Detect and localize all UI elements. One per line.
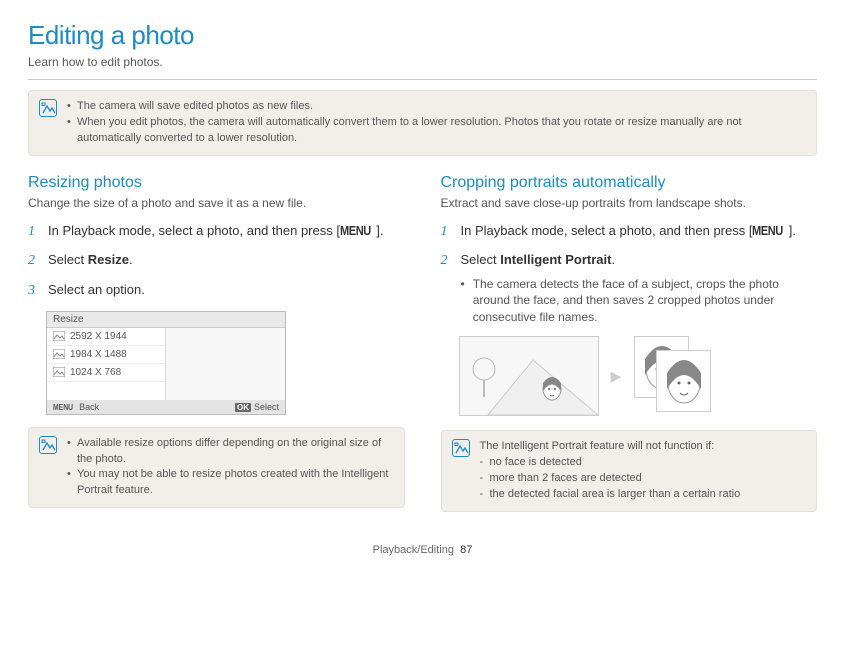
right-note-item: the detected facial area is larger than … bbox=[480, 487, 741, 503]
step-text: ]. bbox=[376, 223, 383, 238]
right-note-item: more than 2 faces are detected bbox=[480, 471, 741, 487]
step: 1 In Playback mode, select a photo, and … bbox=[28, 222, 405, 242]
footer-menu-label: MENU bbox=[53, 403, 73, 412]
right-note-box: The Intelligent Portrait feature will no… bbox=[441, 430, 818, 512]
step-number: 1 bbox=[441, 222, 453, 242]
photo-icon bbox=[53, 331, 65, 341]
section-sub-resizing: Change the size of a photo and save it a… bbox=[28, 196, 405, 210]
note-icon bbox=[39, 99, 57, 117]
step-bold: Intelligent Portrait bbox=[500, 252, 611, 267]
step: 3 Select an option. bbox=[28, 281, 405, 301]
footer-page-number: 87 bbox=[460, 544, 472, 556]
step-number: 2 bbox=[441, 251, 453, 326]
section-title-resizing: Resizing photos bbox=[28, 174, 405, 192]
step-body: Select an option. bbox=[48, 281, 405, 301]
portrait-source bbox=[459, 336, 599, 416]
step-text: . bbox=[611, 252, 615, 267]
step: 2 Select Intelligent Portrait. The camer… bbox=[441, 251, 818, 326]
step-body: In Playback mode, select a photo, and th… bbox=[48, 222, 405, 242]
arrow-icon: ▸ bbox=[611, 363, 622, 389]
resize-option: 2592 X 1944 bbox=[47, 328, 165, 346]
resize-option: 1984 X 1488 bbox=[47, 346, 165, 364]
option-label: 1024 X 768 bbox=[70, 367, 121, 378]
right-note-list: no face is detected more than 2 faces ar… bbox=[480, 455, 741, 503]
step-body: Select Resize. bbox=[48, 251, 405, 271]
option-label: 1984 X 1488 bbox=[70, 349, 127, 360]
footer-back: Back bbox=[79, 402, 99, 412]
step: 2 Select Resize. bbox=[28, 251, 405, 271]
screen-options: 2592 X 1944 1984 X 1488 1024 X 768 bbox=[47, 328, 166, 400]
left-note-list: Available resize options differ dependin… bbox=[67, 436, 394, 500]
left-note-box: Available resize options differ dependin… bbox=[28, 427, 405, 509]
portrait-results bbox=[634, 336, 724, 416]
resize-screen: Resize 2592 X 1944 1984 X 1488 1024 X 76… bbox=[46, 311, 286, 415]
face-icon bbox=[657, 351, 711, 412]
photo-icon bbox=[53, 367, 65, 377]
resize-option: 1024 X 768 bbox=[47, 364, 165, 382]
footer-ok-label: OK bbox=[235, 403, 251, 412]
footer-select: Select bbox=[254, 402, 279, 412]
page-title: Editing a photo bbox=[28, 20, 817, 51]
tree-icon bbox=[472, 357, 496, 397]
top-note-item: When you edit photos, the camera will au… bbox=[67, 115, 806, 147]
top-note-list: The camera will save edited photos as ne… bbox=[67, 99, 806, 147]
screen-footer: MENU Back OKSelect bbox=[47, 400, 285, 414]
portrait-illustration: ▸ bbox=[459, 336, 818, 416]
screen-preview bbox=[166, 328, 285, 400]
left-note-item: You may not be able to resize photos cre… bbox=[67, 467, 394, 499]
step-body: Select Intelligent Portrait. The camera … bbox=[461, 251, 818, 326]
right-note-content: The Intelligent Portrait feature will no… bbox=[480, 439, 741, 503]
step-number: 3 bbox=[28, 281, 40, 301]
step-text: ]. bbox=[789, 223, 796, 238]
step-text: In Playback mode, select a photo, and th… bbox=[461, 223, 753, 238]
step-bold: Resize bbox=[88, 252, 129, 267]
left-column: Resizing photos Change the size of a pho… bbox=[28, 174, 405, 530]
right-column: Cropping portraits automatically Extract… bbox=[441, 174, 818, 530]
right-note-lead: The Intelligent Portrait feature will no… bbox=[480, 439, 741, 455]
top-note-box: The camera will save edited photos as ne… bbox=[28, 90, 817, 156]
left-note-item: Available resize options differ dependin… bbox=[67, 436, 394, 468]
screen-title: Resize bbox=[47, 312, 285, 328]
step-number: 1 bbox=[28, 222, 40, 242]
step-text: . bbox=[129, 252, 133, 267]
section-title-cropping: Cropping portraits automatically bbox=[441, 174, 818, 192]
step-sub-bullet: The camera detects the face of a subject… bbox=[461, 276, 818, 326]
option-label: 2592 X 1944 bbox=[70, 331, 127, 342]
step-text: Select bbox=[461, 252, 501, 267]
right-note-item: no face is detected bbox=[480, 455, 741, 471]
photo-icon bbox=[53, 349, 65, 359]
page-subtitle: Learn how to edit photos. bbox=[28, 55, 817, 69]
menu-label: MENU bbox=[752, 222, 783, 240]
portrait-crop bbox=[656, 350, 711, 412]
step: 1 In Playback mode, select a photo, and … bbox=[441, 222, 818, 242]
footer-section: Playback/Editing bbox=[373, 544, 454, 556]
step-text: In Playback mode, select a photo, and th… bbox=[48, 223, 340, 238]
step-number: 2 bbox=[28, 251, 40, 271]
step-body: In Playback mode, select a photo, and th… bbox=[461, 222, 818, 242]
sub-bullet-text: The camera detects the face of a subject… bbox=[473, 276, 817, 326]
note-icon bbox=[452, 439, 470, 457]
face-icon bbox=[538, 373, 566, 407]
divider bbox=[28, 79, 817, 80]
note-icon bbox=[39, 436, 57, 454]
menu-label: MENU bbox=[340, 222, 371, 240]
screen-body: 2592 X 1944 1984 X 1488 1024 X 768 bbox=[47, 328, 285, 400]
page-footer: Playback/Editing 87 bbox=[28, 544, 817, 556]
step-text: Select bbox=[48, 252, 88, 267]
top-note-item: The camera will save edited photos as ne… bbox=[67, 99, 806, 115]
section-sub-cropping: Extract and save close-up portraits from… bbox=[441, 196, 818, 210]
